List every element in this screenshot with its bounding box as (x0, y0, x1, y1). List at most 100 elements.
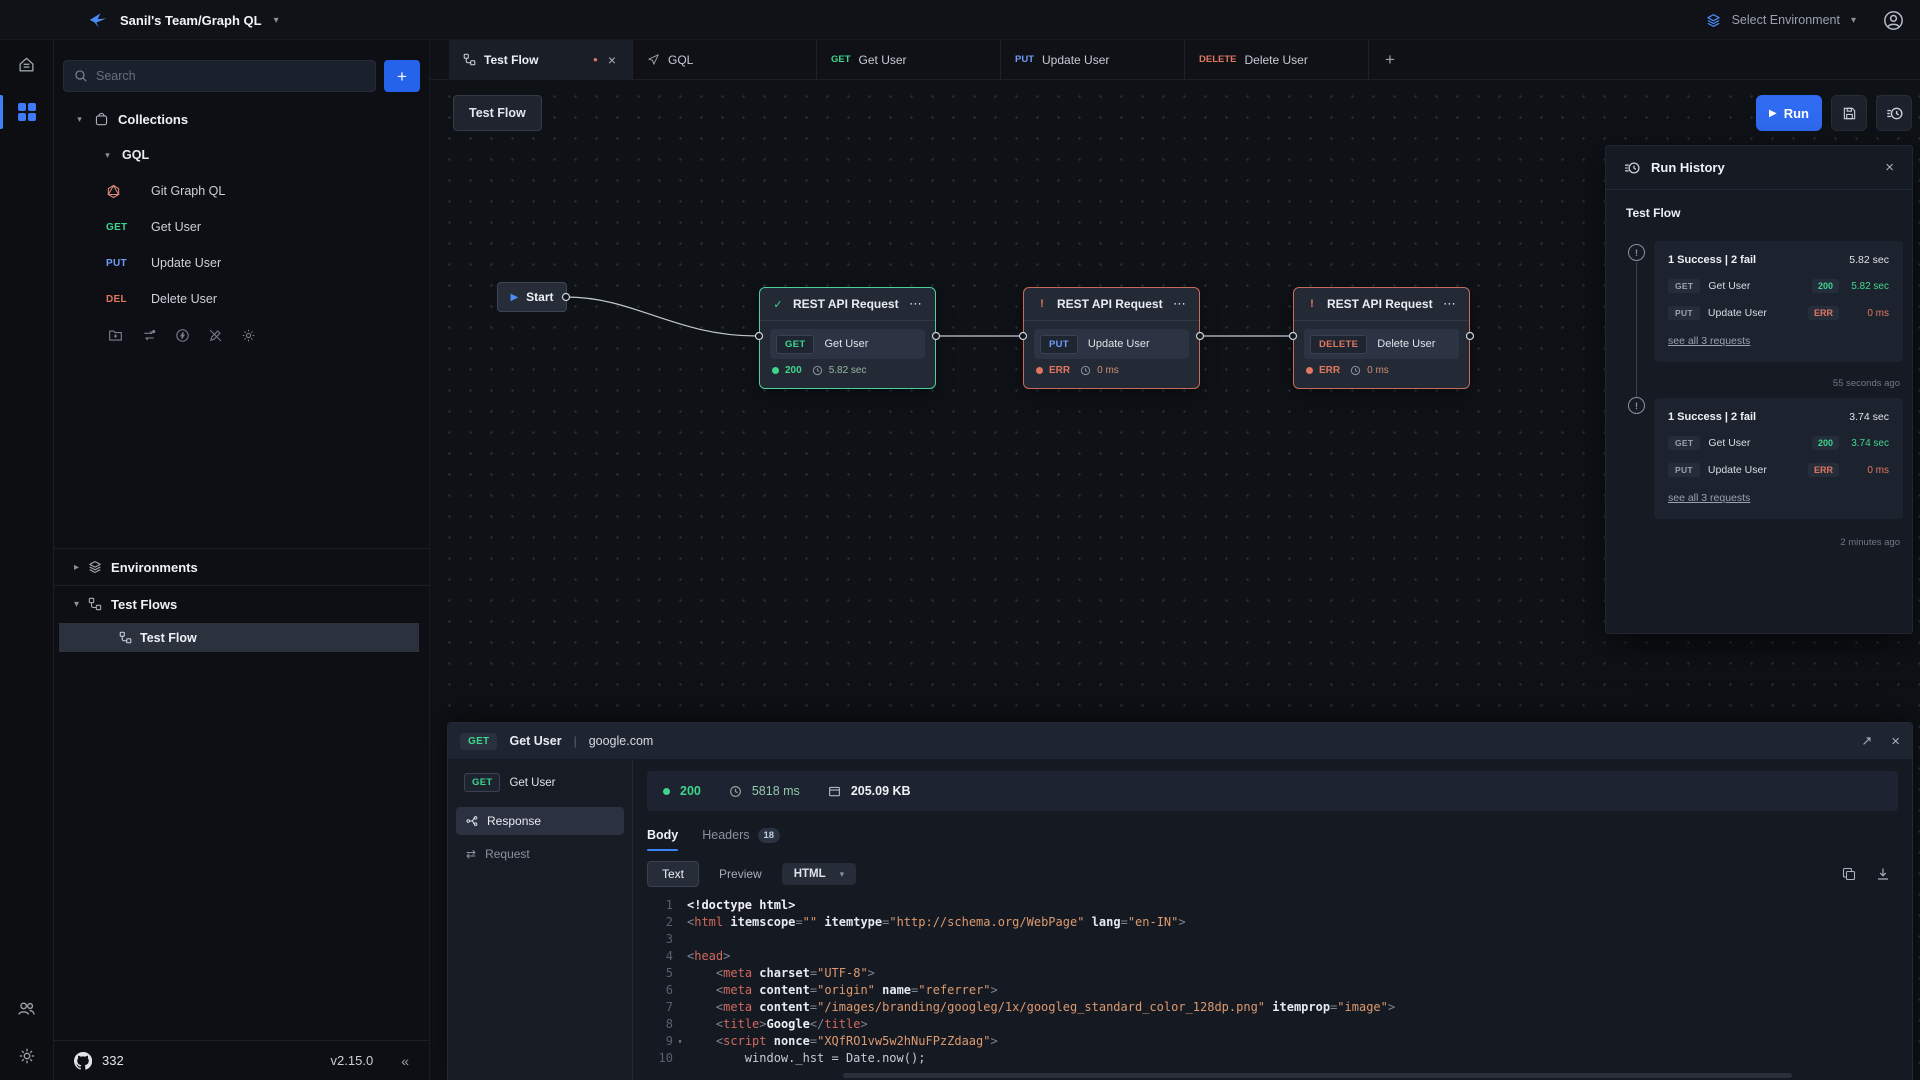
download-icon[interactable] (1876, 867, 1890, 881)
edit-off-icon[interactable] (208, 328, 223, 343)
request-name: Delete User (1377, 338, 1435, 350)
request-name: Get User (1708, 437, 1750, 449)
timeline-marker-icon: ! (1628, 244, 1645, 261)
close-tab-icon[interactable]: × (606, 52, 618, 68)
collapse-sidebar-icon[interactable]: « (401, 1053, 409, 1069)
graphql-tab-icon (647, 53, 660, 66)
sidebar-item-update-user[interactable]: PUT Update User (54, 245, 429, 281)
home-icon[interactable] (0, 40, 54, 88)
flow-breadcrumb: Test Flow (453, 95, 542, 131)
environment-selector[interactable]: Select Environment ▾ (1706, 0, 1904, 40)
close-panel-icon[interactable]: × (1891, 733, 1900, 750)
tab-label: GQL (668, 53, 693, 67)
node-menu-icon[interactable]: ⋯ (1443, 296, 1457, 312)
node-update-user[interactable]: ! REST API Request ⋯ PUT Update User ERR… (1023, 287, 1200, 389)
topbar: Sanil's Team/Graph QL ▾ Select Environme… (0, 0, 1920, 40)
run-history-button[interactable] (1876, 95, 1912, 131)
tab-delete-user[interactable]: DELETE Delete User (1185, 40, 1369, 79)
request-label: Git Graph QL (151, 184, 225, 198)
flow-canvas[interactable]: Test Flow ▶ Run (430, 80, 1920, 1080)
entry-duration: 3.74 sec (1849, 411, 1889, 423)
start-node[interactable]: ▶ Start (497, 282, 567, 312)
fold-spacer (673, 897, 687, 914)
workspace-name: Sanil's Team/Graph QL (120, 13, 262, 28)
view-text-button[interactable]: Text (647, 861, 699, 887)
sidebar-item-collections[interactable]: ▾ Collections (54, 101, 429, 137)
request-duration: 5.82 sec (1847, 281, 1889, 292)
status-code: 200 (680, 784, 701, 798)
github-icon[interactable] (74, 1052, 92, 1070)
tab-gql[interactable]: GQL (633, 40, 817, 79)
request-name: Update User (1708, 307, 1767, 319)
chevron-right-icon: ▸ (74, 562, 79, 573)
run-button[interactable]: ▶ Run (1756, 95, 1822, 131)
sidebar-item-test-flow[interactable]: Test Flow (59, 623, 419, 652)
tab-test-flow[interactable]: Test Flow ● × (449, 40, 633, 79)
settings-gear-icon[interactable] (0, 1032, 54, 1080)
status-code: ERR (1049, 365, 1070, 376)
sort-sync-icon[interactable] (141, 328, 157, 343)
collections-rail-icon[interactable] (0, 88, 54, 136)
expand-panel-icon[interactable]: ↗ (1861, 733, 1872, 749)
code-line: 5 <meta charset="UTF-8"> (647, 965, 1898, 982)
workspace-switcher[interactable]: Sanil's Team/Graph QL ▾ (88, 0, 279, 40)
tab-update-user[interactable]: PUT Update User (1001, 40, 1185, 79)
collection-settings-icon[interactable] (241, 328, 256, 343)
add-new-button[interactable]: + (384, 60, 420, 92)
see-all-requests-link[interactable]: see all 3 requests (1668, 492, 1750, 504)
response-panel-header: GET Get User | google.com ↗ × (448, 723, 1912, 759)
layers-icon (1706, 13, 1721, 28)
request-duration: 0 ms (1847, 465, 1889, 476)
run-label: Run (1784, 106, 1809, 121)
fold-icon[interactable]: ▾ (673, 1033, 687, 1050)
bolt-circle-icon[interactable] (175, 328, 190, 343)
tab-headers[interactable]: Headers 18 (702, 823, 780, 847)
node-delete-user[interactable]: ! REST API Request ⋯ DELETE Delete User … (1293, 287, 1470, 389)
code-text: <meta content="origin" name="referrer"> (687, 982, 998, 999)
code-line: 2<html itemscope="" itemtype="http://sch… (647, 914, 1898, 931)
request-name: Update User (1708, 464, 1767, 476)
node-title: REST API Request (1057, 297, 1164, 311)
tab-get-user[interactable]: GET Get User (817, 40, 1001, 79)
format-dropdown[interactable]: HTML ▾ (782, 863, 856, 885)
horizontal-scrollbar[interactable] (843, 1073, 1792, 1078)
request-label: Delete User (151, 292, 217, 306)
sidebar-footer: 332 v2.15.0 « (54, 1040, 429, 1080)
line-number: 8 (647, 1016, 673, 1033)
clock-icon (729, 785, 742, 798)
new-tab-button[interactable]: + (1369, 40, 1411, 79)
node-menu-icon[interactable]: ⋯ (909, 296, 923, 312)
copy-icon[interactable] (1842, 867, 1856, 881)
tab-body[interactable]: Body (647, 823, 678, 847)
user-avatar[interactable] (1883, 10, 1904, 31)
close-icon[interactable]: × (1885, 159, 1894, 176)
node-get-user[interactable]: ✓ REST API Request ⋯ GET Get User 200 5.… (759, 287, 936, 389)
sidebar-item-git-graph-ql[interactable]: Git Graph QL (54, 173, 429, 209)
code-line: 1<!doctype html> (647, 897, 1898, 914)
sidebar-item-get-user[interactable]: GET Get User (54, 209, 429, 245)
save-button[interactable] (1831, 95, 1867, 131)
graphql-icon (106, 184, 142, 199)
nav-item-request[interactable]: ⇄ Request (456, 840, 624, 868)
sidebar-item-environments[interactable]: ▸ Environments (54, 549, 429, 585)
search-input[interactable] (96, 69, 365, 83)
invite-users-icon[interactable] (0, 984, 54, 1032)
code-line: 9▾ <script nonce="XQfRO1vw5w2hNuFPzZdaag… (647, 1033, 1898, 1050)
chevron-down-icon: ▾ (74, 114, 85, 125)
method-label: PUT (106, 258, 142, 269)
response-nav: GET Get User Response ⇄ Request (448, 759, 633, 1080)
sidebar-item-delete-user[interactable]: DEL Delete User (54, 281, 429, 317)
line-number: 3 (647, 931, 673, 948)
nav-item-response[interactable]: Response (456, 807, 624, 835)
node-menu-icon[interactable]: ⋯ (1173, 296, 1187, 312)
see-all-requests-link[interactable]: see all 3 requests (1668, 335, 1750, 347)
status-code-chip: 200 (1812, 436, 1839, 450)
clock-icon (1350, 365, 1361, 376)
status-code-chip: ERR (1808, 463, 1839, 477)
response-tabs: Body Headers 18 (647, 823, 1898, 847)
new-folder-icon[interactable] (108, 328, 123, 343)
sidebar-folder-gql[interactable]: ▾ GQL (54, 137, 429, 173)
view-preview-button[interactable]: Preview (709, 862, 772, 886)
sidebar-item-test-flows[interactable]: ▾ Test Flows (54, 586, 429, 622)
fold-spacer (673, 999, 687, 1016)
